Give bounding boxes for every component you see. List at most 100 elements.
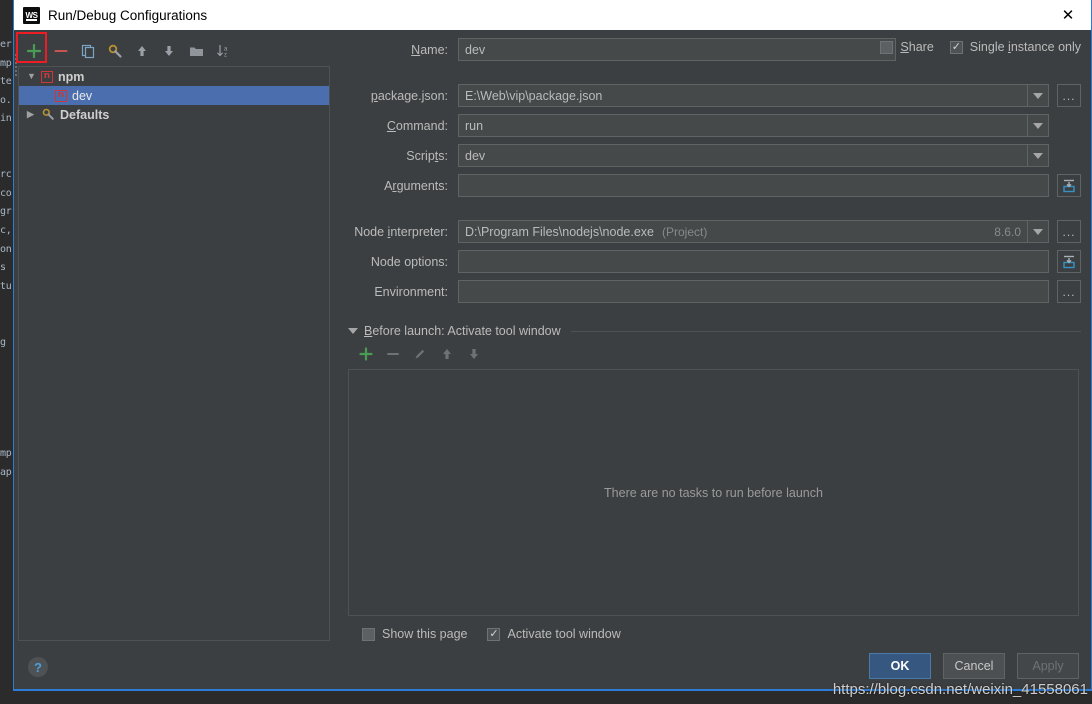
before-launch-title: Before launch: Activate tool window — [364, 324, 561, 338]
copy-icon[interactable] — [76, 39, 100, 63]
expand-editor-icon[interactable] — [1057, 174, 1081, 197]
before-launch-header: Before launch: Activate tool window — [348, 324, 1081, 338]
wrench-icon[interactable] — [103, 39, 127, 63]
show-this-page-checkbox-box — [362, 627, 375, 641]
environment-browse-button[interactable]: ... — [1057, 280, 1081, 303]
chevron-right-icon[interactable]: ▶ — [27, 110, 41, 119]
environment-label: Environment: — [374, 284, 448, 299]
form-spacer-2 — [348, 204, 1081, 220]
svg-text:z: z — [224, 53, 227, 58]
configurations-tree[interactable]: ▼ n npm n dev ▶ Defaults — [18, 66, 330, 641]
ide-editor-text-fragment: er mp te o. in rc co gr c, on s tu g mp … — [0, 39, 12, 478]
command-dropdown-icon[interactable] — [1028, 114, 1049, 137]
package-json-browse-button[interactable]: ... — [1057, 84, 1081, 107]
cancel-button[interactable]: Cancel — [943, 653, 1005, 679]
environment-row: Environment: ... — [348, 280, 1081, 303]
package-json-row: package.json: E:\Web\vip\package.json ..… — [348, 84, 1081, 107]
chevron-down-icon[interactable]: ▼ — [27, 72, 41, 81]
drag-handle[interactable] — [14, 52, 21, 76]
scripts-row: Scripts: dev — [348, 144, 1081, 167]
single-instance-checkbox-box: ✓ — [949, 40, 963, 54]
package-json-input[interactable]: E:\Web\vip\package.json — [458, 84, 1028, 107]
tree-node-npm[interactable]: ▼ n npm — [19, 67, 329, 86]
configuration-form: Name: dev package.json: E:\Web\vip\packa… — [15, 30, 1091, 641]
activate-tool-window-checkbox[interactable]: ✓ Activate tool window — [487, 627, 621, 641]
pencil-icon — [410, 344, 430, 364]
arguments-input[interactable] — [458, 174, 1049, 197]
folder-icon[interactable] — [184, 39, 208, 63]
expand-editor-icon[interactable] — [1057, 250, 1081, 273]
move-task-up-button — [437, 344, 457, 364]
before-launch-options: Show this page ✓ Activate tool window — [362, 627, 1081, 641]
share-checkbox[interactable]: Share — [880, 40, 934, 54]
wrench-icon — [41, 108, 55, 121]
scripts-input[interactable]: dev — [458, 144, 1028, 167]
dialog-footer: ? OK Cancel Apply — [14, 641, 1091, 689]
configurations-tree-panel: a z ▼ n npm n dev ▶ Defaults — [14, 30, 334, 641]
share-checkbox-label: Share — [900, 40, 934, 54]
node-interpreter-dropdown-icon[interactable] — [1028, 220, 1049, 243]
svg-text:a: a — [224, 46, 228, 52]
npm-icon: n — [55, 89, 67, 102]
apply-button: Apply — [1017, 653, 1079, 679]
name-label: Name: — [411, 42, 448, 57]
activate-tool-window-label: Activate tool window — [507, 627, 621, 641]
tree-node-dev[interactable]: n dev — [19, 86, 329, 105]
remove-task-button — [383, 344, 403, 364]
tree-node-npm-label: npm — [58, 69, 85, 84]
ok-button[interactable]: OK — [869, 653, 931, 679]
node-options-input[interactable] — [458, 250, 1049, 273]
package-json-dropdown-icon[interactable] — [1028, 84, 1049, 107]
tree-node-dev-label: dev — [72, 88, 93, 103]
before-launch-task-list[interactable]: There are no tasks to run before launch — [348, 369, 1079, 616]
dialog-main-split: a z ▼ n npm n dev ▶ Defaults Name: dev p… — [14, 30, 1091, 641]
remove-configuration-button[interactable] — [49, 39, 73, 63]
before-launch-empty-text: There are no tasks to run before launch — [604, 485, 823, 500]
single-instance-checkbox-label: Single instance only — [969, 40, 1081, 54]
form-spacer — [348, 68, 1081, 84]
help-button[interactable]: ? — [28, 657, 48, 677]
node-interpreter-version: 8.6.0 — [994, 224, 1021, 239]
add-task-button[interactable] — [356, 344, 376, 364]
node-options-row: Node options: — [348, 250, 1081, 273]
dialog-titlebar: WS Run/Debug Configurations ✕ — [14, 0, 1091, 30]
footer-button-group: OK Cancel Apply — [869, 653, 1079, 679]
top-options-group: Share ✓ Single instance only — [880, 40, 1081, 54]
node-interpreter-suffix: (Project) — [661, 224, 708, 239]
environment-input[interactable] — [458, 280, 1049, 303]
run-debug-configurations-dialog: WS Run/Debug Configurations ✕ Share ✓ Si… — [13, 0, 1092, 690]
tree-node-defaults[interactable]: ▶ Defaults — [19, 105, 329, 124]
arrow-down-icon[interactable] — [157, 39, 181, 63]
move-task-down-button — [464, 344, 484, 364]
sort-alpha-icon[interactable]: a z — [211, 39, 235, 63]
node-interpreter-row: Node interpreter: D:\Program Files\nodej… — [348, 220, 1081, 243]
arguments-label: Arguments: — [384, 178, 448, 193]
tree-node-defaults-label: Defaults — [60, 107, 110, 122]
show-this-page-checkbox[interactable]: Show this page — [362, 627, 467, 641]
dialog-body: Share ✓ Single instance only a z ▼ n npm… — [14, 30, 1091, 689]
chevron-down-icon[interactable] — [348, 328, 358, 334]
node-options-label: Node options: — [370, 254, 448, 269]
node-interpreter-path: D:\Program Files\nodejs\node.exe — [465, 224, 654, 239]
command-row: Command: run — [348, 114, 1081, 137]
dialog-title: Run/Debug Configurations — [48, 7, 208, 23]
webstorm-logo-icon: WS — [23, 6, 40, 24]
name-input[interactable]: dev — [458, 38, 896, 61]
before-launch-toolbar — [356, 344, 1081, 364]
activate-tool-window-checkbox-box: ✓ — [487, 627, 501, 641]
close-icon[interactable]: ✕ — [1045, 0, 1091, 30]
single-instance-checkbox[interactable]: ✓ Single instance only — [949, 40, 1081, 54]
node-interpreter-label: Node interpreter: — [354, 224, 448, 239]
node-interpreter-input[interactable]: D:\Program Files\nodejs\node.exe (Projec… — [458, 220, 1028, 243]
node-interpreter-browse-button[interactable]: ... — [1057, 220, 1081, 243]
scripts-dropdown-icon[interactable] — [1028, 144, 1049, 167]
command-label: Command: — [386, 118, 448, 133]
scripts-label: Scripts: — [406, 148, 448, 163]
tree-toolbar: a z — [18, 36, 334, 66]
window-bottom-edge — [13, 690, 1092, 704]
command-input[interactable]: run — [458, 114, 1028, 137]
add-configuration-button[interactable] — [22, 39, 46, 63]
arrow-up-icon[interactable] — [130, 39, 154, 63]
show-this-page-label: Show this page — [382, 627, 468, 641]
package-json-label: package.json: — [370, 88, 448, 103]
